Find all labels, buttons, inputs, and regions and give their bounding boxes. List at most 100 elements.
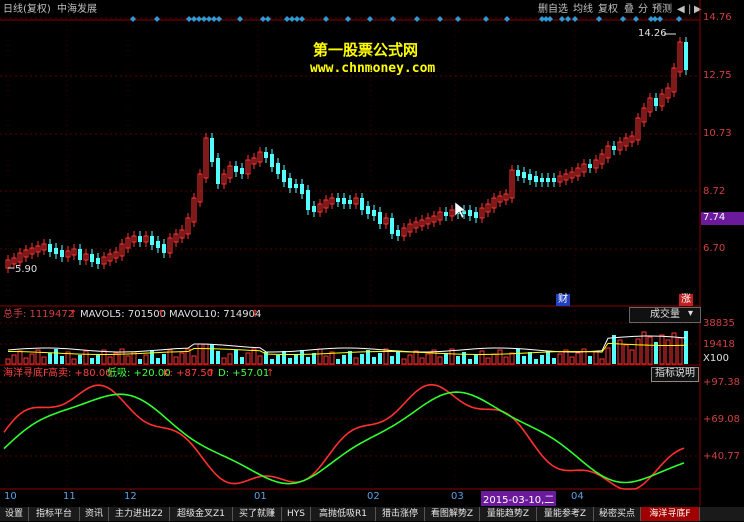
signal-diamond: [657, 16, 663, 22]
candle-down: [96, 258, 100, 264]
limit-up-badge[interactable]: 涨: [679, 294, 693, 306]
price-tick-774: 7.74: [703, 212, 726, 223]
tab-hys[interactable]: HYS: [282, 507, 311, 521]
tab-zhuli[interactable]: 主力进出Z2: [109, 507, 170, 521]
signal-diamond: [154, 16, 160, 22]
price-tick-872: 8.72: [703, 186, 726, 197]
volume-bar-up: [251, 348, 257, 365]
candle-down: [54, 248, 58, 254]
chevron-down-icon: ▾: [688, 308, 694, 319]
volume-bar-down: [360, 354, 364, 364]
volume-bar-up: [11, 354, 17, 365]
volume-bar-up: [575, 352, 581, 365]
candle-down: [162, 244, 166, 253]
x-label-10: 10: [4, 491, 17, 502]
volume-bar-down: [522, 356, 526, 364]
signal-diamond: [504, 16, 510, 22]
tab-indicator-platform[interactable]: 指标平台: [29, 507, 80, 521]
indicator-tick-high: +97.38: [703, 377, 741, 388]
candle-down: [48, 244, 52, 252]
volume-bar-up: [605, 347, 611, 365]
volume-bar-down: [546, 351, 550, 364]
volume-bar-up: [509, 352, 515, 365]
candle-down: [90, 254, 94, 262]
mavol10-label: MAVOL10: 714904: [169, 309, 262, 320]
candle-down: [138, 236, 142, 242]
price-tick-1476: 14.76: [703, 12, 732, 23]
volume-total-label: 总手: 1119472: [3, 309, 75, 320]
candle-down: [444, 212, 448, 216]
volume-bar-up: [437, 356, 443, 365]
signal-diamond: [390, 16, 396, 22]
candle-down: [282, 170, 286, 182]
tab-settings[interactable]: 设置: [0, 507, 29, 521]
volume-bar-up: [485, 357, 491, 365]
indicator-help-button[interactable]: 指标说明: [651, 367, 699, 382]
x-cursor-date: 2015-03-10,二: [481, 491, 557, 506]
sell-level-label: 高卖: +80.00: [48, 368, 112, 379]
volume-bar-down: [684, 331, 688, 364]
signal-diamond: [596, 16, 602, 22]
signal-diamond: [565, 16, 571, 22]
tab-liangneng-cankao[interactable]: 量能参考Z: [537, 507, 594, 521]
volume-bar-down: [48, 353, 52, 364]
volume-bar-down: [312, 353, 316, 364]
volume-bar-down: [336, 359, 340, 364]
volume-bar-down: [540, 355, 544, 364]
signal-diamond: [437, 16, 443, 22]
volume-bar-down: [54, 349, 58, 364]
signal-diamond: [633, 16, 639, 22]
tab-scroll-area[interactable]: [700, 507, 744, 521]
signal-diamond: [676, 16, 682, 22]
x-label-11: 11: [63, 491, 76, 502]
tab-maile[interactable]: 买了就赚: [233, 507, 282, 521]
tab-gaopao[interactable]: 高抛低吸R1: [311, 507, 376, 521]
chart-canvas[interactable]: [0, 0, 744, 522]
volume-bar-down: [288, 358, 292, 364]
tab-liangneng-qushi[interactable]: 量能趋势Z: [480, 507, 537, 521]
volume-bar-up: [413, 350, 419, 365]
volume-bar-down: [276, 355, 280, 364]
finance-badge[interactable]: 财: [556, 294, 570, 306]
d-value-label: D: +57.01: [218, 368, 270, 379]
tab-news[interactable]: 资讯: [80, 507, 109, 521]
signal-diamond: [323, 16, 329, 22]
volume-bar-down: [78, 355, 82, 364]
tab-chaoji[interactable]: 超级金叉Z1: [170, 507, 233, 521]
signal-diamond: [216, 16, 222, 22]
volume-bar-up: [659, 334, 665, 365]
candle-down: [546, 178, 550, 182]
tab-kantu[interactable]: 看图解势Z: [425, 507, 480, 521]
candle-down: [312, 206, 316, 212]
signal-diamond: [572, 16, 578, 22]
tab-mimi[interactable]: 秘密买点: [594, 507, 641, 521]
x-label-12: 12: [124, 491, 137, 502]
volume-bar-up: [503, 356, 509, 365]
candle-down: [378, 212, 382, 224]
volume-bar-up: [257, 355, 263, 365]
tab-haiyang[interactable]: 海洋寻底F: [641, 507, 700, 521]
volume-bar-up: [641, 331, 647, 365]
tab-liejie[interactable]: 猎击涨停: [376, 507, 425, 521]
volume-bar-up: [191, 355, 197, 365]
signal-diamond: [265, 16, 271, 22]
volume-bar-down: [396, 352, 400, 364]
indicator-selector[interactable]: 成交量 ▾: [629, 307, 701, 323]
candle-down: [468, 210, 472, 216]
candle-down: [288, 178, 292, 188]
volume-bar-down: [294, 354, 298, 364]
x-label-01: 01: [254, 491, 267, 502]
signal-diamond: [547, 16, 553, 22]
volume-bar-up: [671, 332, 677, 365]
volume-unit-label: X100: [703, 353, 729, 364]
candle-down: [372, 210, 376, 216]
price-tick-670: 6.70: [703, 243, 726, 254]
volume-tick-high: 38835: [703, 318, 735, 329]
candle-down: [234, 166, 238, 172]
low-price-annotation: 5.90: [15, 264, 38, 275]
volume-bar-up: [623, 344, 629, 365]
candle-down: [306, 190, 310, 210]
candle-down: [240, 168, 244, 174]
signal-diamond: [130, 16, 136, 22]
candle-down: [612, 146, 616, 150]
